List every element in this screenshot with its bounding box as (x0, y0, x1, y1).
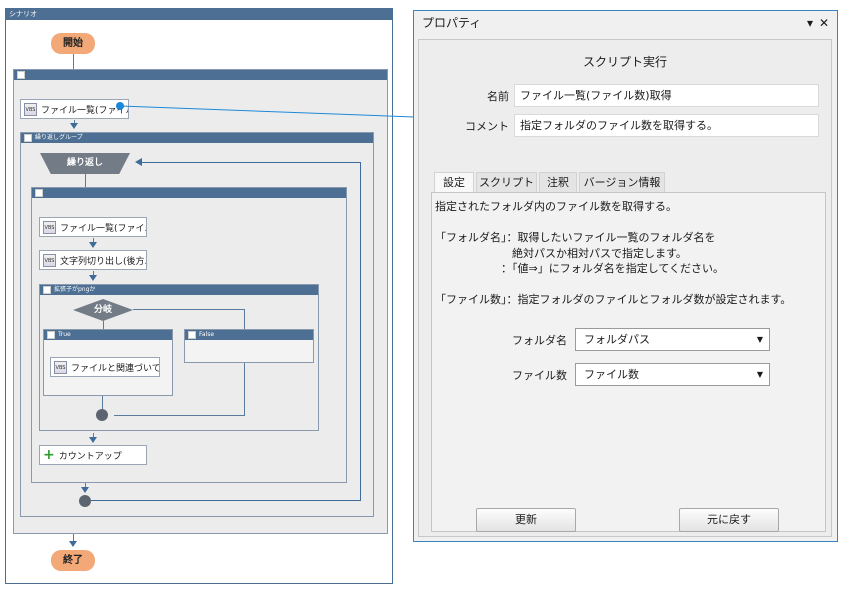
close-icon[interactable]: ✕ (819, 11, 829, 36)
properties-header: スクリプト実行 (582, 55, 667, 69)
properties-titlebar: プロパティ ▾ ✕ (414, 11, 837, 36)
description-text: 指定されたフォルダ内のファイル数を取得する。 「フォルダ名」：取得したいファイル… (435, 200, 792, 306)
update-button[interactable]: 更新 (476, 508, 576, 532)
pin-dropdown-icon[interactable]: ▾ (807, 11, 813, 36)
name-label: 名前 (487, 90, 509, 103)
chevron-down-icon: ▼ (756, 370, 763, 379)
connector-line (121, 105, 415, 118)
tab-notes[interactable]: 注釈 (539, 172, 577, 193)
connector-handle (116, 102, 124, 110)
properties-body: スクリプト実行 名前 ファイル一覧(ファイル数)取得 コメント 指定フォルダのフ… (418, 39, 832, 537)
tab-version-info[interactable]: バージョン情報 (579, 172, 665, 193)
folder-select[interactable]: フォルダパス ▼ (575, 328, 770, 351)
properties-panel: プロパティ ▾ ✕ スクリプト実行 名前 ファイル一覧(ファイル数)取得 コメン… (413, 10, 838, 542)
chevron-down-icon: ▼ (756, 335, 763, 344)
settings-tab-content: 指定されたフォルダ内のファイル数を取得する。 「フォルダ名」：取得したいファイル… (431, 192, 826, 532)
count-select[interactable]: ファイル数 ▼ (575, 363, 770, 386)
count-select-value: ファイル数 (584, 368, 639, 381)
comment-field[interactable]: 指定フォルダのファイル数を取得する。 (514, 114, 819, 137)
properties-title: プロパティ (422, 16, 482, 30)
comment-label: コメント (465, 120, 509, 133)
tab-script[interactable]: スクリプト (476, 172, 537, 193)
count-label: ファイル数 (512, 369, 567, 382)
tab-settings[interactable]: 設定 (434, 172, 474, 194)
revert-button[interactable]: 元に戻す (679, 508, 779, 532)
folder-select-value: フォルダパス (584, 333, 650, 346)
name-field[interactable]: ファイル一覧(ファイル数)取得 (514, 84, 819, 107)
folder-label: フォルダ名 (512, 334, 567, 347)
